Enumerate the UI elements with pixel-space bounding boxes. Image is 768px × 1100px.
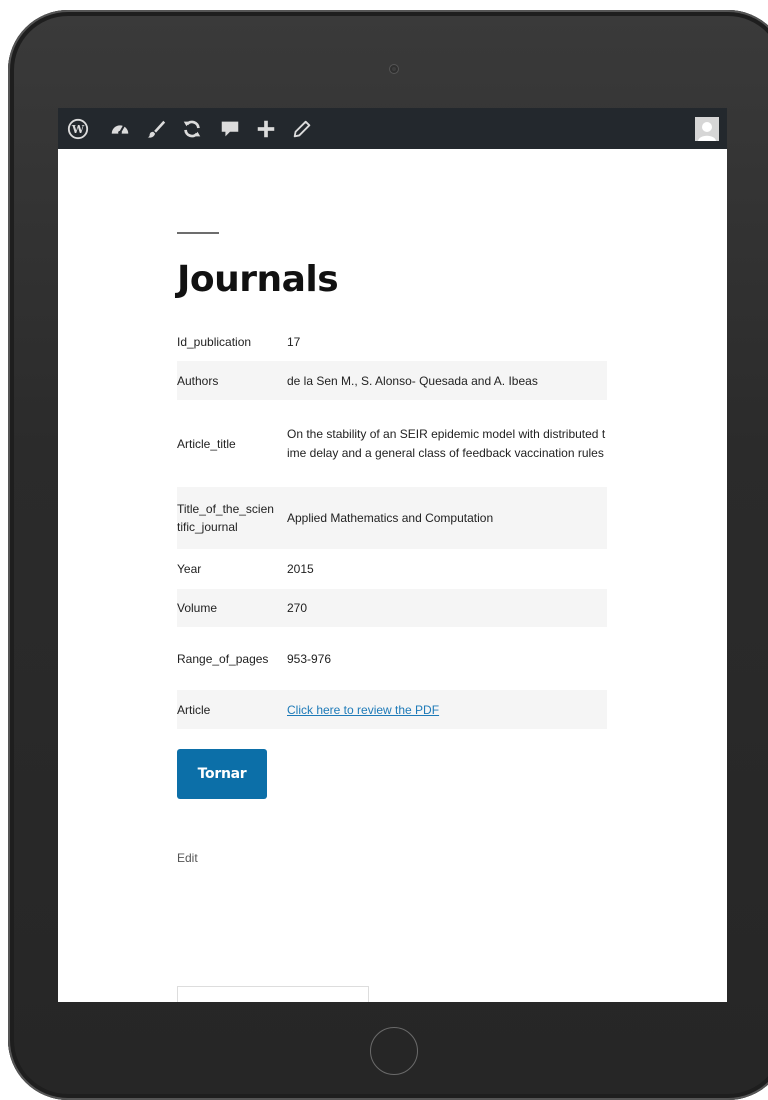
field-value: 953-976 — [287, 651, 332, 666]
field-label: Title_of_the_scientific_journal — [177, 502, 274, 534]
publication-details-table: Id_publication 17 Authors de la Sen M., … — [177, 322, 607, 729]
field-label: Range_of_pages — [177, 651, 269, 666]
table-row: Year 2015 — [177, 549, 607, 589]
field-value: Applied Mathematics and Computation — [287, 511, 494, 525]
field-value: 270 — [287, 601, 308, 615]
field-label: Authors — [177, 373, 219, 388]
edit-link[interactable]: Edit — [177, 851, 198, 865]
screen: W Journals Id_publication 17 Authors de … — [58, 108, 727, 1002]
table-row: Range_of_pages 953-976 — [177, 627, 607, 690]
comments-icon[interactable] — [218, 117, 242, 141]
customize-brush-icon[interactable] — [144, 117, 168, 141]
edit-pencil-icon[interactable] — [290, 117, 314, 141]
updates-icon[interactable] — [180, 117, 204, 141]
bottom-widget-box — [177, 986, 369, 1002]
new-content-plus-icon[interactable] — [254, 117, 278, 141]
table-row: Article_title On the stability of an SEI… — [177, 400, 607, 487]
field-value: Click here to review the PDF — [287, 690, 607, 729]
tornar-button[interactable]: Tornar — [177, 749, 267, 799]
field-value: 17 — [287, 334, 301, 349]
user-avatar[interactable] — [695, 117, 719, 141]
field-value: 2015 — [287, 562, 314, 576]
field-label: Id_publication — [177, 334, 252, 349]
field-label: Article — [177, 702, 211, 717]
dashboard-icon[interactable] — [108, 117, 132, 141]
table-row: Id_publication 17 — [177, 322, 607, 361]
home-button[interactable] — [370, 1027, 418, 1075]
table-row: Authors de la Sen M., S. Alonso- Quesada… — [177, 361, 607, 400]
table-row: Volume 270 — [177, 589, 607, 627]
table-row: Title_of_the_scientific_journal Applied … — [177, 487, 607, 549]
admin-bar: W — [58, 108, 727, 149]
page-title: Journals — [177, 259, 339, 300]
field-value: de la Sen M., S. Alonso- Quesada and A. … — [287, 373, 538, 388]
table-row: Article Click here to review the PDF — [177, 690, 607, 729]
front-camera — [389, 64, 399, 74]
title-separator — [177, 232, 219, 234]
pdf-link[interactable]: Click here to review the PDF — [287, 703, 439, 717]
field-value: On the stability of an SEIR epidemic mod… — [287, 426, 606, 460]
field-label: Volume — [177, 601, 218, 615]
svg-text:W: W — [71, 123, 85, 136]
field-label: Year — [177, 562, 202, 576]
field-label: Article_title — [177, 436, 236, 451]
wordpress-icon[interactable]: W — [66, 117, 90, 141]
